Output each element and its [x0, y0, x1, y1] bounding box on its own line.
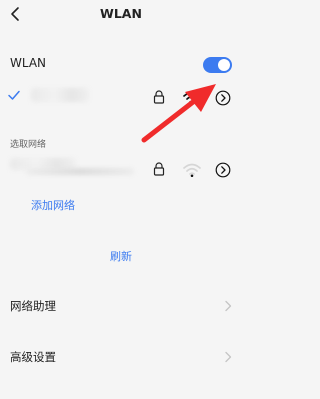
available-networks-label: 选取网络	[10, 140, 47, 150]
chevron-circle-right-icon[interactable]	[215, 162, 231, 178]
page-title: WLAN	[100, 6, 142, 21]
wlan-toggle-row: WLAN	[0, 50, 242, 80]
wifi-signal-weak-icon	[183, 163, 201, 177]
menu-item-advanced-settings[interactable]: 高级设置	[0, 343, 242, 373]
checkmark-icon	[8, 90, 20, 100]
wlan-settings-page: WLAN WLAN 选取网络 添加网络 刷新 网络助理 高级设置	[0, 0, 242, 399]
chevron-right-icon	[225, 300, 232, 312]
wlan-toggle-switch[interactable]	[203, 57, 232, 73]
red-arrow-icon	[141, 84, 216, 143]
lock-icon	[153, 162, 165, 176]
network-name-redacted	[31, 88, 89, 102]
available-network-row[interactable]	[0, 153, 242, 189]
network-name-redacted	[26, 168, 134, 175]
menu-item-network-assistant[interactable]: 网络助理	[0, 292, 242, 322]
refresh-button[interactable]: 刷新	[0, 248, 242, 264]
add-network-link[interactable]: 添加网络	[31, 197, 75, 213]
menu-item-label: 网络助理	[10, 299, 56, 313]
chevron-right-icon	[225, 351, 232, 363]
toggle-knob	[218, 59, 230, 71]
header: WLAN	[0, 0, 242, 30]
menu-item-label: 高级设置	[10, 350, 56, 364]
wlan-toggle-label: WLAN	[10, 56, 47, 70]
